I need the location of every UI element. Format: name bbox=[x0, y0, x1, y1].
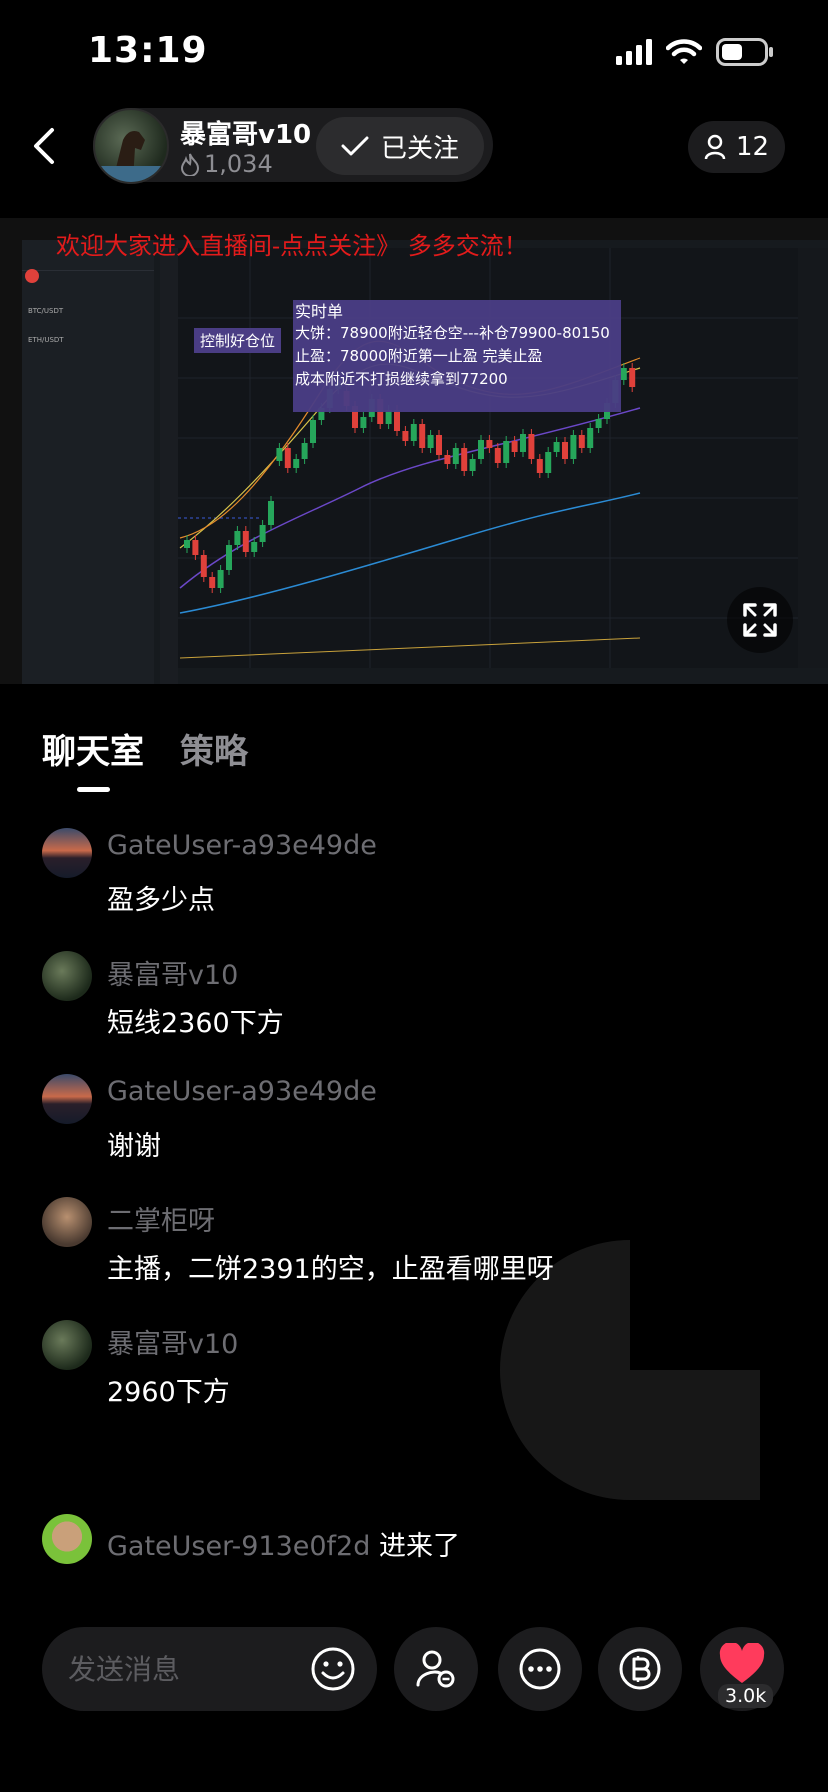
overlay-line-1: 大饼：78900附近轻仓空---补仓79900-80150 bbox=[295, 324, 610, 342]
heat-count: 1,034 bbox=[204, 150, 273, 178]
expand-icon bbox=[743, 603, 777, 637]
smiley-icon bbox=[311, 1647, 355, 1691]
wifi-icon bbox=[666, 39, 702, 64]
check-icon bbox=[341, 136, 369, 156]
follow-button[interactable]: 已关注 bbox=[316, 117, 484, 175]
bitcoin-button[interactable] bbox=[598, 1627, 682, 1711]
overlay-title: 实时单 bbox=[295, 302, 344, 321]
user-avatar[interactable] bbox=[42, 1514, 92, 1564]
bitcoin-circle-icon bbox=[619, 1648, 661, 1690]
ellipsis-circle-icon bbox=[519, 1648, 561, 1690]
chat-username[interactable]: 暴富哥v10 bbox=[107, 1322, 238, 1361]
like-count: 3.0k bbox=[718, 1684, 774, 1708]
battery-icon bbox=[716, 38, 773, 66]
enter-text: 进来了 bbox=[378, 1531, 460, 1562]
chat-username[interactable]: 二掌柜呀 bbox=[107, 1199, 215, 1238]
user-avatar[interactable] bbox=[42, 828, 92, 878]
chat-text: 短线2360下方 bbox=[107, 1008, 284, 1039]
host-name: 暴富哥v10 bbox=[180, 120, 312, 150]
back-button[interactable] bbox=[26, 124, 62, 168]
more-button[interactable] bbox=[498, 1627, 582, 1711]
flame-icon bbox=[180, 153, 200, 176]
signal-icon bbox=[616, 39, 652, 65]
user-avatar[interactable] bbox=[42, 1197, 92, 1247]
user-avatar[interactable] bbox=[42, 951, 92, 1001]
person-minus-icon bbox=[416, 1650, 455, 1688]
chat-username[interactable]: GateUser-a93e49de bbox=[107, 830, 377, 861]
video-banner-text: 欢迎大家进入直播间-点点关注》 多多交流！ bbox=[56, 232, 528, 260]
user-avatar[interactable] bbox=[42, 1320, 92, 1370]
host-heat: 1,034 bbox=[180, 150, 273, 178]
chat-text: 主播，二饼2391的空，止盈看哪里呀 bbox=[107, 1254, 554, 1285]
position-control-label: 控制好仓位 bbox=[194, 328, 282, 353]
chat-username[interactable]: GateUser-a93e49de bbox=[107, 1076, 377, 1107]
tab-chatroom[interactable]: 聊天室 bbox=[42, 724, 144, 773]
active-tab-indicator bbox=[77, 787, 110, 792]
overlay-line-3: 成本附近不打损继续拿到77200 bbox=[295, 370, 508, 388]
svg-text:ETH/USDT: ETH/USDT bbox=[28, 336, 64, 344]
link-mic-button[interactable] bbox=[394, 1627, 478, 1711]
heart-icon bbox=[719, 1643, 765, 1683]
user-avatar[interactable] bbox=[42, 1074, 92, 1124]
chevron-left-icon bbox=[34, 128, 54, 164]
chat-username[interactable]: 暴富哥v10 bbox=[107, 953, 238, 992]
person-icon bbox=[704, 134, 726, 160]
live-video-player[interactable]: BTC/USDT ETH/USDT 实时单 大饼：78900附近轻仓空---补仓… bbox=[0, 218, 828, 684]
viewer-count: 12 bbox=[735, 132, 770, 162]
overlay-line-2: 止盈：78000附近第一止盈 完美止盈 bbox=[295, 347, 543, 365]
enter-username[interactable]: GateUser-913e0f2d 进来了 bbox=[107, 1524, 460, 1563]
message-placeholder: 发送消息 bbox=[68, 1653, 181, 1686]
status-time: 13:19 bbox=[88, 30, 208, 71]
emoji-button[interactable] bbox=[306, 1639, 366, 1699]
chat-text: 2960下方 bbox=[107, 1377, 230, 1408]
trading-chart-frame: BTC/USDT ETH/USDT bbox=[22, 240, 828, 684]
host-avatar[interactable] bbox=[93, 108, 169, 184]
fullscreen-button[interactable] bbox=[727, 587, 793, 653]
chat-text: 盈多少点 bbox=[107, 885, 215, 916]
viewers-button[interactable]: 12 bbox=[688, 121, 785, 173]
svg-text:BTC/USDT: BTC/USDT bbox=[28, 307, 64, 315]
follow-label: 已关注 bbox=[380, 133, 459, 164]
chat-text: 谢谢 bbox=[107, 1131, 161, 1162]
tab-strategy[interactable]: 策略 bbox=[180, 724, 248, 773]
status-icons bbox=[616, 38, 774, 66]
